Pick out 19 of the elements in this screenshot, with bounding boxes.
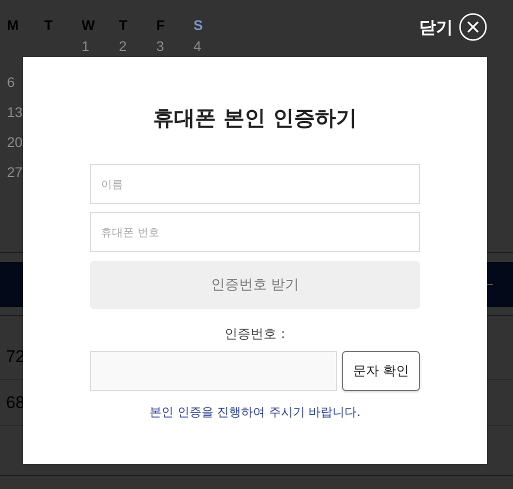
code-field[interactable]: [90, 351, 337, 391]
close-icon: [459, 13, 487, 41]
close-button[interactable]: 닫기: [419, 13, 487, 41]
date-number: 1: [80, 38, 90, 54]
date-number: 20: [6, 134, 24, 150]
code-label: 인증번호 :: [224, 326, 286, 344]
date-number: 13: [6, 104, 24, 120]
name-field[interactable]: 이름: [90, 164, 420, 204]
request-code-button[interactable]: 인증번호 받기: [90, 261, 420, 309]
notice-text: 본인 인증을 진행하여 주시기 바랍니다.: [149, 404, 361, 421]
date-number: 3: [155, 38, 165, 54]
date-number: 2: [118, 38, 128, 54]
dialog-title: 휴대폰 본인 인증하기: [153, 105, 357, 132]
verify-button[interactable]: 문자 확인: [342, 351, 420, 391]
date-number: 6: [6, 74, 16, 90]
weekday-label: S: [192, 17, 204, 35]
phone-field[interactable]: 휴대폰 번호: [90, 212, 420, 252]
date-number: 4: [192, 38, 202, 54]
date-number: 27: [6, 164, 24, 180]
